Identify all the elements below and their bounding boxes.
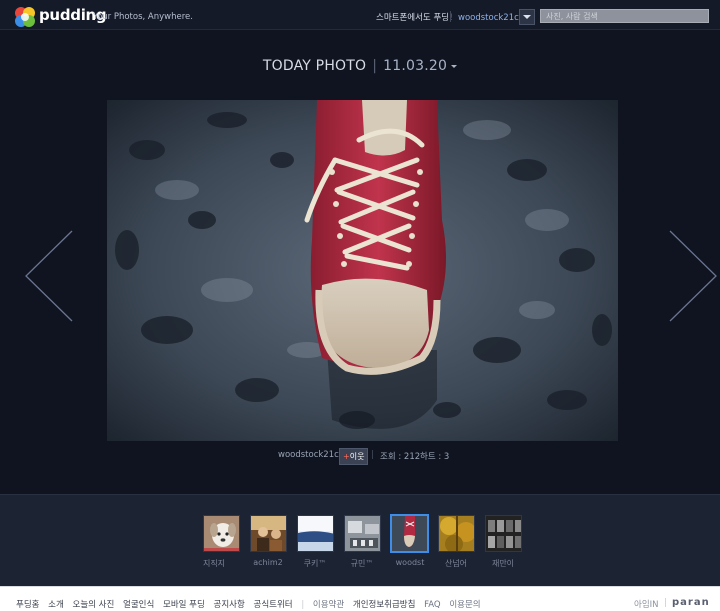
next-photo-arrow-icon[interactable]	[668, 229, 718, 323]
add-neighbor-plus: +	[343, 452, 350, 461]
footer-separator: |	[301, 600, 305, 610]
thumbnail-1[interactable]	[203, 515, 240, 552]
footer-login-link[interactable]: 아임IN	[634, 598, 659, 610]
footer: 푸딩홈 소개 오늘의 사진 얼굴인식 모바일 푸딩 공지사항 공식트위터 | 이…	[0, 586, 720, 611]
paran-logo[interactable]: paran	[672, 597, 710, 608]
add-neighbor-label: 이웃	[349, 452, 365, 461]
footer-link-twitter[interactable]: 공식트위터	[254, 600, 293, 610]
thumbnail-7[interactable]	[485, 515, 522, 552]
today-photo[interactable]	[107, 100, 618, 441]
thumbnail-4[interactable]	[344, 515, 381, 552]
smartphone-link[interactable]: 스마트폰에서도 푸딩!	[376, 11, 453, 23]
footer-link-today-photo[interactable]: 오늘의 사진	[73, 600, 115, 610]
footer-link-about[interactable]: 소개	[48, 600, 64, 610]
thumbnail-5-selected[interactable]	[390, 514, 429, 553]
thumbnail-2-image	[251, 516, 286, 551]
footer-link-faq[interactable]: FAQ	[424, 600, 440, 610]
header-divider	[450, 11, 451, 22]
photo-author-link[interactable]: woodstock21c	[278, 450, 339, 460]
thumbnail-strip: 지직지 achim2 쿠키™ 규민™ woodst 산넘어 재만이	[0, 494, 720, 587]
footer-link-home[interactable]: 푸딩홈	[16, 600, 39, 610]
footer-link-contact[interactable]: 이용문의	[449, 600, 480, 610]
heart-count: 하트 : 3	[420, 452, 450, 462]
top-bar: pudding Your Photos, Anywhere. 스마트폰에서도 푸…	[0, 0, 720, 30]
thumbnail-5-image	[392, 516, 427, 551]
meta-separator: |	[371, 450, 374, 460]
thumbnail-1-image	[204, 516, 239, 551]
footer-link-privacy[interactable]: 개인정보취급방침	[353, 600, 416, 610]
today-photo-heading: TODAY PHOTO | 11.03.20	[0, 58, 720, 74]
user-name-link[interactable]: woodstock21c님	[458, 11, 527, 23]
today-date-selector[interactable]: 11.03.20	[383, 58, 447, 74]
footer-nav: 푸딩홈 소개 오늘의 사진 얼굴인식 모바일 푸딩 공지사항 공식트위터 | 이…	[16, 598, 487, 610]
footer-link-mobile[interactable]: 모바일 푸딩	[163, 600, 205, 610]
date-dropdown-icon[interactable]	[451, 64, 458, 68]
footer-link-notice[interactable]: 공지사항	[214, 600, 245, 610]
thumbnail-2[interactable]	[250, 515, 287, 552]
user-menu-dropdown-icon[interactable]	[519, 9, 535, 25]
view-count: 조회 : 212	[380, 452, 421, 462]
thumbnail-1-label[interactable]: 지직지	[184, 558, 244, 569]
search-input[interactable]	[540, 9, 709, 23]
footer-login-separator: |	[664, 598, 667, 608]
thumbnail-3[interactable]	[297, 515, 334, 552]
thumbnail-7-label[interactable]: 재만이	[473, 558, 533, 569]
today-separator: |	[372, 58, 378, 74]
footer-link-terms[interactable]: 이용약관	[313, 600, 344, 610]
thumbnail-3-image	[298, 516, 333, 551]
add-neighbor-button[interactable]: +이웃	[339, 448, 369, 465]
today-photo-title: TODAY PHOTO	[262, 58, 367, 74]
thumbnail-7-image	[486, 516, 521, 551]
previous-photo-arrow-icon[interactable]	[24, 229, 74, 323]
pudding-logo-icon[interactable]	[12, 4, 38, 30]
thumbnail-4-image	[345, 516, 380, 551]
thumbnail-6-image	[439, 516, 474, 551]
shoe-on-rock-photo	[107, 100, 618, 441]
brand-tagline: Your Photos, Anywhere.	[93, 12, 193, 22]
thumbnail-6[interactable]	[438, 515, 475, 552]
footer-link-face-recognition[interactable]: 얼굴인식	[123, 600, 154, 610]
